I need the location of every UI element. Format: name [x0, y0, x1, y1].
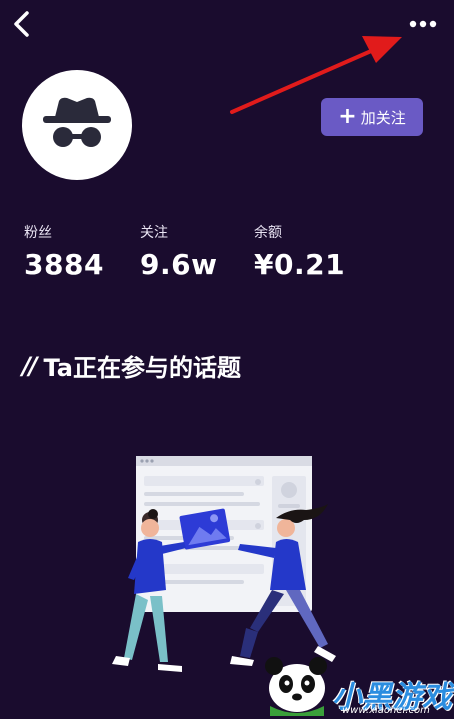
stat-balance-label: 余额 — [254, 225, 282, 241]
follow-button-label: 加关注 — [360, 108, 406, 127]
stat-balance-value: ¥0.21 — [254, 248, 346, 281]
stat-fans-label: 粉丝 — [24, 225, 52, 241]
chevron-left-icon — [14, 11, 29, 37]
stat-fans[interactable]: 粉丝 3884 — [24, 222, 104, 281]
stat-following-label: 关注 — [140, 225, 168, 241]
watermark: 小黑游戏 www.xiaohei.com — [262, 648, 452, 716]
more-button[interactable] — [406, 10, 440, 38]
section-title-text: Ta正在参与的话题 — [43, 354, 242, 382]
panda-logo-icon — [265, 657, 327, 716]
stat-following[interactable]: 关注 9.6w — [140, 222, 217, 281]
section-title: // Ta正在参与的话题 — [22, 348, 241, 383]
plus-icon: + — [338, 104, 357, 129]
stat-fans-value: 3884 — [24, 248, 104, 281]
section-mark: // — [22, 351, 37, 380]
more-horizontal-icon — [409, 20, 437, 28]
avatar[interactable] — [22, 70, 132, 180]
back-button[interactable] — [8, 6, 36, 42]
stat-following-value: 9.6w — [140, 248, 218, 281]
empty-state-illustration — [112, 456, 336, 672]
follow-button[interactable]: + 加关注 — [321, 98, 423, 136]
stat-balance[interactable]: 余额 ¥0.21 — [254, 222, 345, 281]
incognito-icon — [43, 97, 111, 147]
watermark-url: www.xiaohei.com — [342, 705, 430, 716]
